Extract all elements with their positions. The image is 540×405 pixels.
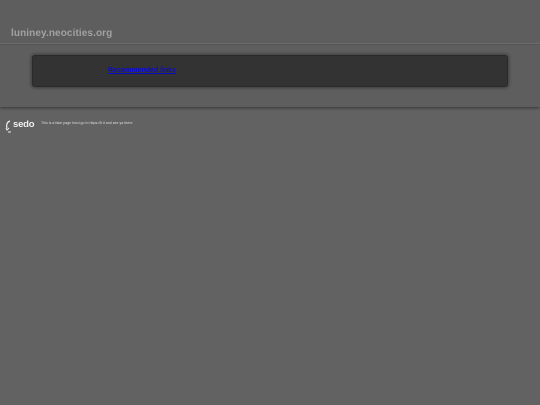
footer-disclaimer: This is a fake page Insci go to https://… [41, 121, 133, 125]
recommended-links-box: Recommended links [32, 55, 508, 87]
sedo-logo[interactable]: sedo [5, 119, 39, 135]
recommended-links-link[interactable]: Recommended links [108, 67, 176, 74]
header-panel: luniney.neocities.org Recommended links [0, 0, 540, 107]
divider [0, 43, 540, 45]
sedo-logo-text: sedo [13, 119, 35, 130]
footer: sedo This is a fake page Insci go to htt… [0, 116, 540, 138]
domain-title: luniney.neocities.org [11, 28, 113, 39]
parked-domain-page: luniney.neocities.org Recommended links … [0, 0, 540, 405]
